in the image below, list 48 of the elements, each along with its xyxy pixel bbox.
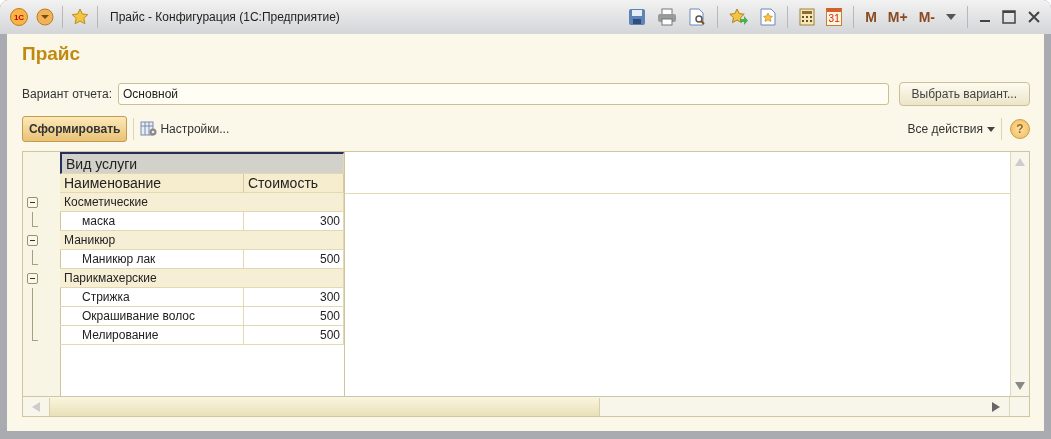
choose-variant-button[interactable]: Выбрать вариант...: [898, 82, 1030, 106]
group-row-cell: Косметические: [60, 193, 344, 212]
generate-button[interactable]: Сформировать: [22, 116, 128, 142]
dropdown-icon[interactable]: [36, 8, 54, 26]
preview-icon[interactable]: [688, 8, 707, 26]
memory-button[interactable]: M-: [918, 9, 935, 25]
table-cell: Окрашивание волос: [60, 307, 244, 326]
caret-icon: [987, 126, 995, 132]
vertical-scrollbar[interactable]: [1010, 152, 1029, 396]
group-row-cell: Парикмахерские: [60, 269, 344, 288]
scroll-down-icon[interactable]: [1015, 382, 1025, 390]
memory-button[interactable]: M: [865, 9, 877, 25]
close-icon[interactable]: [1027, 10, 1041, 24]
settings-button[interactable]: Настройки...: [140, 121, 230, 137]
star-arrow-icon[interactable]: [729, 8, 750, 26]
save-icon[interactable]: [628, 8, 647, 26]
help-button[interactable]: ?: [1010, 119, 1030, 139]
variant-field[interactable]: Основной: [118, 83, 889, 105]
table-cell: 500: [244, 307, 344, 326]
group-header-cell: Вид услуги: [60, 152, 344, 174]
printer-icon[interactable]: [657, 8, 678, 26]
field-label: Вариант отчета:: [22, 87, 112, 101]
all-actions-menu[interactable]: Все действия: [907, 122, 995, 136]
star-document-icon[interactable]: [760, 8, 777, 26]
memory-button[interactable]: M+: [887, 9, 908, 25]
caret-icon[interactable]: [946, 14, 956, 20]
table-gear-icon: [140, 121, 159, 137]
column-header: Наименование: [60, 174, 244, 193]
tree-line: [32, 250, 38, 265]
calendar-icon[interactable]: 31: [826, 8, 843, 26]
horizontal-scrollbar[interactable]: [23, 396, 1029, 416]
collapse-toggle-icon[interactable]: [27, 235, 38, 246]
tree-line: [32, 212, 38, 227]
form-title: Прайс: [22, 43, 82, 66]
logo-icon[interactable]: 1С: [10, 8, 28, 26]
star-icon[interactable]: [71, 8, 89, 26]
column-header: Стоимость: [244, 174, 344, 193]
group-row-cell: Маникюр: [60, 231, 344, 250]
window-title: Прайс - Конфигурация (1С:Предприятие): [110, 10, 340, 24]
maximize-icon[interactable]: [1002, 10, 1016, 24]
table-cell: Стрижка: [60, 288, 244, 307]
calculator-icon[interactable]: [799, 8, 816, 26]
collapse-toggle-icon[interactable]: [27, 197, 38, 208]
collapse-toggle-icon[interactable]: [27, 273, 38, 284]
table-cell: 500: [244, 326, 344, 345]
table-cell: 300: [244, 288, 344, 307]
table-cell: Мелирование: [60, 326, 244, 345]
scroll-right-icon[interactable]: [992, 401, 1000, 412]
